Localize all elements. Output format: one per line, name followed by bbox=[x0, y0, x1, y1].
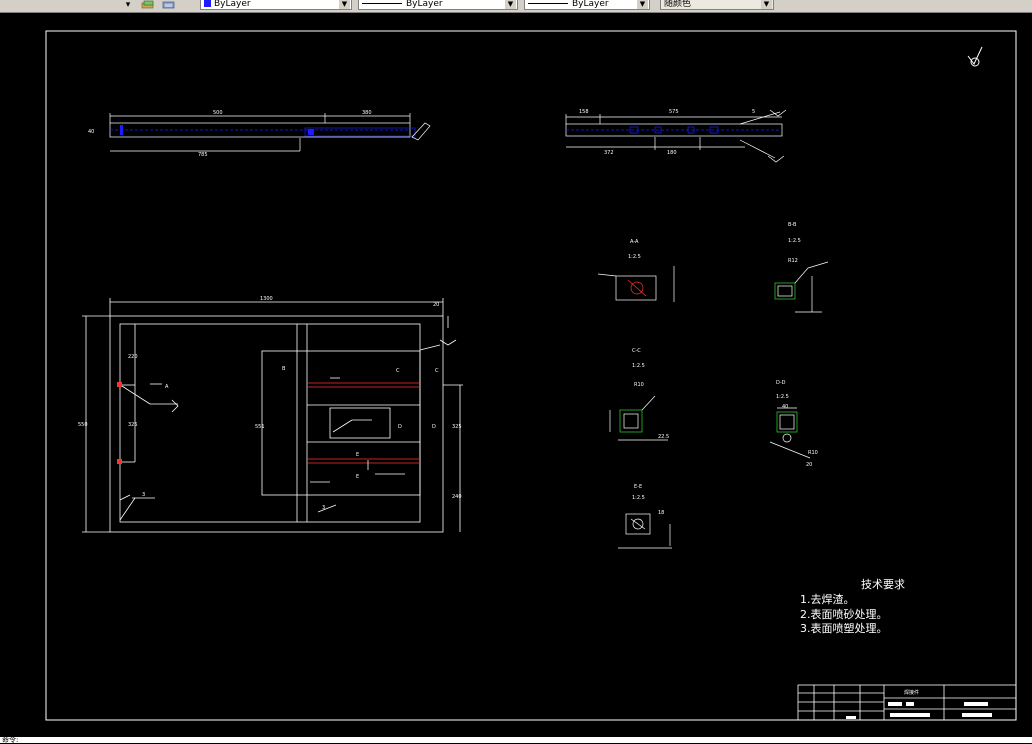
section-dd-scale: 1:2.5 bbox=[776, 394, 789, 400]
section-ee-title: E-E bbox=[634, 484, 642, 490]
tech-requirement-1: 1.去焊渣。 bbox=[800, 592, 855, 606]
command-line[interactable]: 命令: bbox=[0, 737, 1032, 744]
section-label-a: A bbox=[165, 384, 169, 390]
section-bb-title: B-B bbox=[788, 222, 797, 228]
layer-states-icon[interactable] bbox=[141, 0, 155, 11]
front-dim-height: 40 bbox=[88, 129, 94, 135]
front-dim-785: 785 bbox=[198, 152, 208, 158]
weld-symbol-3-a: 3 bbox=[142, 492, 145, 498]
plan-dim-inner-h: 325 bbox=[452, 424, 462, 430]
section-bb bbox=[774, 261, 829, 313]
side-dim-372: 372 bbox=[604, 150, 614, 156]
section-bb-scale: 1:2.5 bbox=[788, 238, 801, 244]
linetype-combo-value: ByLayer bbox=[406, 0, 443, 9]
section-ee bbox=[618, 513, 672, 549]
dropdown-arrow[interactable]: ▾ bbox=[122, 0, 134, 11]
section-aa-title: A-A bbox=[630, 239, 639, 245]
linetype-combo[interactable]: ByLayer ▼ bbox=[358, 0, 518, 10]
linetype-sample bbox=[362, 3, 402, 4]
front-dim-500: 500 bbox=[213, 110, 223, 116]
section-ee-dim: 18 bbox=[658, 510, 664, 516]
section-label-d-right: D bbox=[432, 424, 436, 430]
front-view bbox=[109, 113, 431, 152]
layer-previous-icon[interactable] bbox=[162, 0, 176, 11]
section-label-e-top: E bbox=[356, 452, 359, 458]
tech-requirement-2: 2.表面喷砂处理。 bbox=[800, 607, 888, 621]
tech-requirements-title: 技术要求 bbox=[861, 578, 905, 591]
section-label-c-right: C bbox=[435, 368, 439, 374]
section-cc-radius: R10 bbox=[634, 382, 644, 388]
tech-requirement-3: 3.表面喷塑处理。 bbox=[800, 621, 888, 635]
section-cc-scale: 1:2.5 bbox=[632, 363, 645, 369]
color-combo-value: ByLayer bbox=[214, 0, 251, 9]
section-aa-scale: 1:2.5 bbox=[628, 254, 641, 260]
plan-dim-inner-w: 551 bbox=[255, 424, 265, 430]
plan-view bbox=[82, 298, 463, 533]
title-block-part-name: 焊接件 bbox=[904, 689, 919, 696]
section-bb-radius: R12 bbox=[788, 258, 798, 264]
model-space-canvas[interactable]: 500 380 785 40 158 575 372 180 5 1300 20… bbox=[0, 12, 1032, 737]
plan-dim-left-1: 220 bbox=[128, 354, 138, 360]
section-cc-dim: 22.5 bbox=[658, 434, 669, 440]
plotstyle-combo[interactable]: 随颜色 ▼ bbox=[660, 0, 774, 10]
surface-finish-symbol bbox=[967, 46, 983, 67]
section-dd-width: 40 bbox=[782, 404, 788, 410]
chevron-down-icon[interactable]: ▼ bbox=[505, 0, 516, 9]
section-dd-title: D-D bbox=[776, 380, 786, 386]
lineweight-sample bbox=[528, 3, 568, 4]
plan-dim-left-2: 325 bbox=[128, 422, 138, 428]
section-dd bbox=[769, 407, 811, 459]
color-combo[interactable]: ByLayer ▼ bbox=[200, 0, 352, 10]
section-label-e-bottom: E bbox=[356, 474, 359, 480]
plan-dim-20: 20 bbox=[433, 302, 439, 308]
side-weld-note: 5 bbox=[752, 109, 755, 115]
weld-symbol-3-b: 3 bbox=[322, 505, 325, 511]
section-dd-bottom: 20 bbox=[806, 462, 812, 468]
front-dim-380: 380 bbox=[362, 110, 372, 116]
section-label-b: B bbox=[282, 366, 286, 372]
lineweight-combo[interactable]: ByLayer ▼ bbox=[524, 0, 650, 10]
chevron-down-icon[interactable]: ▼ bbox=[339, 0, 350, 9]
section-cc-title: C-C bbox=[632, 348, 641, 354]
plan-dim-overall-h: 550 bbox=[78, 422, 88, 428]
lineweight-combo-value: ByLayer bbox=[572, 0, 609, 9]
section-label-d-left: D bbox=[398, 424, 402, 430]
plan-dim-1300: 1300 bbox=[260, 296, 273, 302]
chevron-down-icon[interactable]: ▼ bbox=[761, 0, 772, 9]
section-dd-radius: R10 bbox=[808, 450, 818, 456]
plotstyle-combo-value: 随颜色 bbox=[664, 0, 692, 9]
color-swatch bbox=[204, 0, 211, 7]
chevron-down-icon[interactable]: ▼ bbox=[637, 0, 648, 9]
section-ee-scale: 1:2.5 bbox=[632, 495, 645, 501]
side-dim-575: 575 bbox=[669, 109, 679, 115]
side-dim-158: 158 bbox=[579, 109, 589, 115]
side-dim-180: 180 bbox=[667, 150, 677, 156]
section-aa bbox=[597, 266, 675, 302]
plan-dim-right: 240 bbox=[452, 494, 462, 500]
section-label-c-left: C bbox=[396, 368, 400, 374]
